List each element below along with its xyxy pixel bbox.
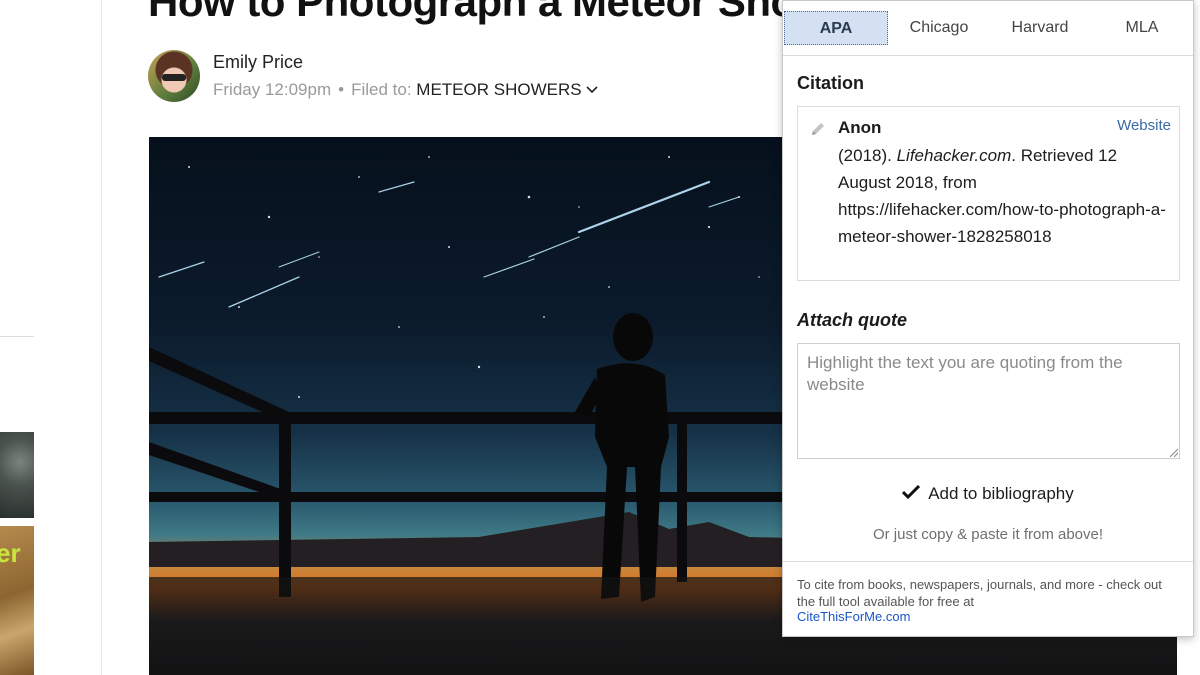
citation-year: (2018). bbox=[838, 146, 897, 165]
tab-chicago[interactable]: Chicago bbox=[893, 11, 985, 45]
publish-date[interactable]: Friday 12:09pm bbox=[213, 80, 331, 99]
citethisforme-link[interactable]: CiteThisForMe.com bbox=[797, 609, 910, 624]
article-meta: Friday 12:09pm • Filed to: METEOR SHOWERS bbox=[213, 80, 598, 100]
chevron-down-icon[interactable] bbox=[586, 80, 598, 100]
citation-source-type-link[interactable]: Website bbox=[1117, 117, 1171, 134]
author-name[interactable]: Emily Price bbox=[213, 52, 303, 73]
citation-popup: APA Chicago Harvard MLA Citation Anon We… bbox=[782, 0, 1194, 637]
tab-apa[interactable]: APA bbox=[784, 11, 888, 45]
quote-textarea[interactable] bbox=[797, 343, 1180, 459]
divider bbox=[783, 55, 1193, 56]
attach-quote-heading: Attach quote bbox=[797, 310, 907, 330]
tab-harvard[interactable]: Harvard bbox=[993, 11, 1087, 45]
footer-note: To cite from books, newspapers, journals… bbox=[797, 577, 1162, 609]
citation-author: Anon bbox=[838, 118, 882, 137]
filed-tag[interactable]: METEOR SHOWERS bbox=[416, 80, 581, 99]
article-title: How to Photograph a Meteor Shower bbox=[148, 0, 867, 25]
author-avatar[interactable] bbox=[148, 50, 200, 102]
tab-mla[interactable]: MLA bbox=[1097, 11, 1187, 45]
thumbnail-text: er bbox=[0, 538, 21, 568]
check-icon bbox=[902, 479, 921, 507]
filed-label: Filed to: bbox=[351, 80, 412, 99]
related-thumbnail[interactable]: er bbox=[0, 526, 34, 675]
citation-box[interactable]: Anon Website (2018). Lifehacker.com. Ret… bbox=[797, 106, 1180, 281]
resize-grip-icon[interactable] bbox=[1168, 447, 1178, 457]
citation-heading: Citation bbox=[797, 73, 864, 93]
rail-border bbox=[101, 0, 102, 675]
citation-style-tabs: APA Chicago Harvard MLA bbox=[783, 11, 1193, 45]
page: er How to Photograph a Meteor Shower Emi… bbox=[0, 0, 1200, 675]
meta-separator: • bbox=[338, 80, 345, 99]
pencil-icon[interactable] bbox=[810, 121, 826, 137]
citation-text: (2018). Lifehacker.com. Retrieved 12 Aug… bbox=[838, 142, 1168, 250]
related-thumbnail[interactable] bbox=[0, 432, 34, 518]
copy-hint: Or just copy & paste it from above! bbox=[872, 526, 1104, 543]
citation-site: Lifehacker.com bbox=[896, 146, 1012, 165]
rail-divider bbox=[0, 336, 34, 337]
add-button-label: Add to bibliography bbox=[928, 484, 1074, 503]
divider bbox=[783, 561, 1193, 562]
add-to-bibliography-button[interactable]: Add to bibliography bbox=[783, 479, 1193, 507]
